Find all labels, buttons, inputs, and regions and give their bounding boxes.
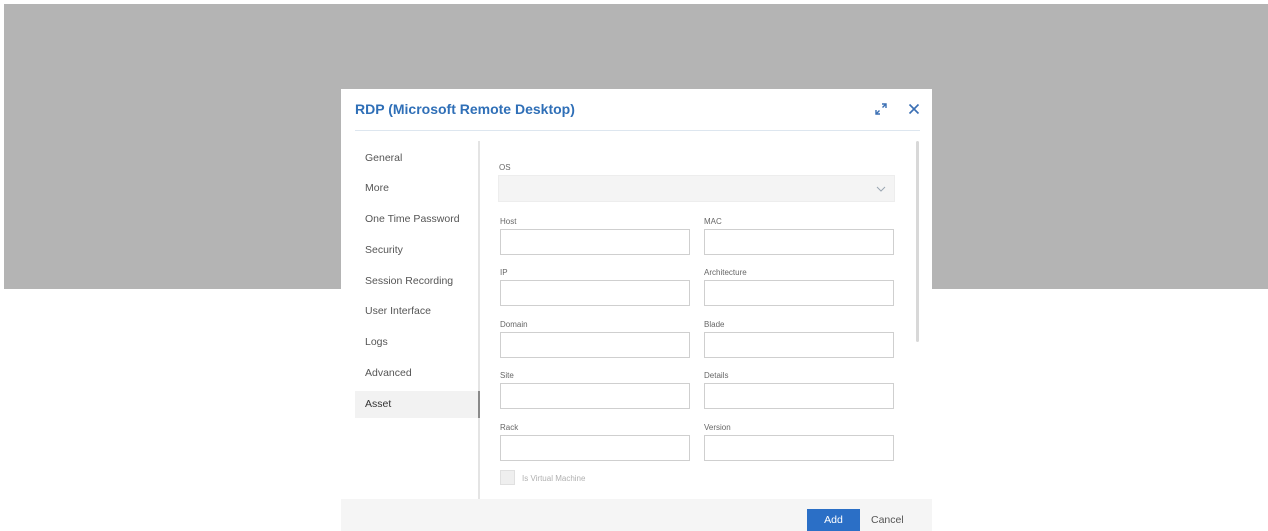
close-icon[interactable]	[903, 98, 925, 120]
sidebar-item-user-interface[interactable]: User Interface	[355, 298, 478, 325]
sidebar-nav: General More One Time Password Security …	[355, 141, 480, 501]
site-input[interactable]	[500, 383, 690, 409]
ip-label: IP	[500, 268, 508, 277]
add-button[interactable]: Add	[807, 509, 860, 531]
domain-label: Domain	[500, 320, 528, 329]
is-virtual-machine-checkbox[interactable]	[500, 470, 515, 485]
os-select[interactable]	[498, 175, 895, 202]
domain-input[interactable]	[500, 332, 690, 358]
sidebar-item-logs[interactable]: Logs	[355, 329, 478, 356]
asset-form: OS Host MAC IP Architecture Domain Blade…	[496, 141, 916, 501]
dialog: RDP (Microsoft Remote Desktop) General M…	[341, 89, 932, 531]
os-label: OS	[499, 163, 511, 172]
blade-label: Blade	[704, 320, 725, 329]
form-scrollbar[interactable]	[916, 141, 919, 342]
sidebar-item-more[interactable]: More	[355, 175, 478, 202]
sidebar-item-security[interactable]: Security	[355, 237, 478, 264]
host-label: Host	[500, 217, 517, 226]
architecture-label: Architecture	[704, 268, 747, 277]
cancel-button[interactable]: Cancel	[871, 509, 904, 531]
architecture-input[interactable]	[704, 280, 894, 306]
details-label: Details	[704, 371, 729, 380]
sidebar-item-asset[interactable]: Asset	[355, 391, 480, 418]
version-label: Version	[704, 423, 731, 432]
rack-label: Rack	[500, 423, 519, 432]
sidebar-item-session-recording[interactable]: Session Recording	[355, 268, 478, 295]
sidebar-item-advanced[interactable]: Advanced	[355, 360, 478, 387]
chevron-down-icon	[876, 184, 886, 195]
host-input[interactable]	[500, 229, 690, 255]
dialog-footer: Add Cancel	[341, 499, 932, 531]
expand-icon[interactable]	[870, 98, 892, 120]
is-virtual-machine-label: Is Virtual Machine	[522, 474, 586, 483]
mac-input[interactable]	[704, 229, 894, 255]
dialog-title: RDP (Microsoft Remote Desktop)	[355, 101, 575, 117]
mac-label: MAC	[704, 217, 722, 226]
ip-input[interactable]	[500, 280, 690, 306]
rack-input[interactable]	[500, 435, 690, 461]
dialog-header: RDP (Microsoft Remote Desktop)	[355, 89, 920, 131]
version-input[interactable]	[704, 435, 894, 461]
sidebar-item-general[interactable]: General	[355, 145, 478, 172]
site-label: Site	[500, 371, 514, 380]
sidebar-item-one-time-password[interactable]: One Time Password	[355, 206, 478, 233]
blade-input[interactable]	[704, 332, 894, 358]
details-input[interactable]	[704, 383, 894, 409]
